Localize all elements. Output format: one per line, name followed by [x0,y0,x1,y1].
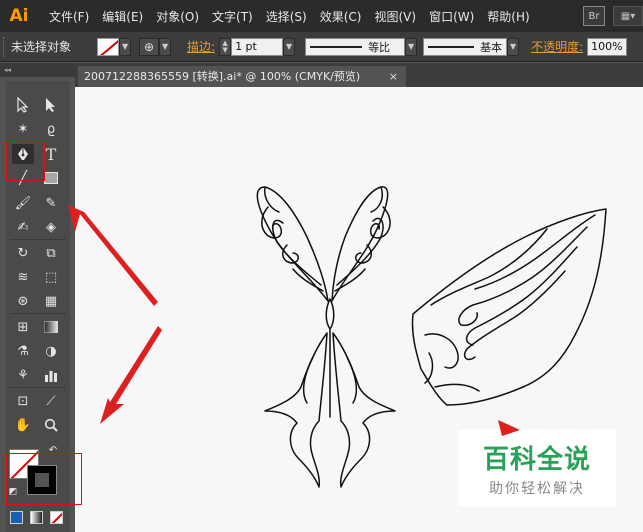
menu-bar: Ai 文件(F) 编辑(E) 对象(O) 文字(T) 选择(S) 效果(C) 视… [0,0,643,32]
hand-tool-icon[interactable]: ✋ [12,415,34,435]
eyedropper-tool-icon[interactable]: ⚗ [12,341,34,361]
opacity-label[interactable]: 不透明度: [531,38,583,55]
menu-window[interactable]: 窗口(W) [429,8,474,25]
watermark-subtitle: 助你轻松解决 [489,480,585,497]
blend-tool-icon[interactable]: ◑ [40,341,62,361]
stroke-weight-input[interactable]: 1 pt [231,37,284,56]
profile-line-icon [310,45,363,48]
width-tool-icon[interactable]: ≋ [12,267,34,287]
app-logo: Ai [9,6,29,26]
mesh-tool-icon[interactable]: ⊞ [12,317,34,337]
menu-edit[interactable]: 编辑(E) [102,8,143,25]
stroke-label[interactable]: 描边: [187,38,215,55]
fill-dropdown-icon[interactable]: ▼ [119,37,132,56]
brush-line-icon [428,45,475,48]
menu-type[interactable]: 文字(T) [212,8,253,25]
rotate-tool-icon[interactable]: ↻ [12,243,34,263]
stroke-weight-spinner[interactable]: ▲ ▼ [219,37,232,56]
lasso-tool-icon[interactable]: ϱ [40,119,62,139]
fill-swatch[interactable] [97,37,120,56]
stroke-dropdown-icon[interactable]: ▼ [159,37,172,56]
opacity-input[interactable]: 100% [587,37,628,56]
menu-help[interactable]: 帮助(H) [487,8,529,25]
stroke-target-icon[interactable]: ⊕ [139,37,160,56]
arrange-documents-button[interactable]: ▦▾ [613,6,643,26]
watermark-title: 百科全说 [482,444,591,475]
brush-dropdown-icon[interactable]: ▼ [507,37,520,56]
control-bar: 未选择对象 ▼ ⊕ ▼ 描边: ▲ ▼ 1 pt ▼ 等比 ▼ 基本 ▼ 不透明度… [0,32,643,62]
menu-effect[interactable]: 效果(C) [320,8,362,25]
gradient-tool-icon[interactable] [40,317,62,337]
shape-builder-tool-icon[interactable]: ⊛ [12,291,34,311]
watermark-box: 百科全说 助你轻松解决 [458,430,616,506]
variable-width-profile[interactable]: 等比 [305,37,406,56]
paintbrush-tool-icon[interactable]: 🖌 [12,193,34,213]
selection-status: 未选择对象 [11,40,72,54]
profile-label: 等比 [368,40,391,54]
menu-file[interactable]: 文件(F) [49,8,89,25]
symbol-sprayer-tool-icon[interactable]: ⚘ [12,365,34,385]
document-title: 200712288365559 [转换].ai* @ 100% (CMYK/预览… [84,70,361,83]
magic-wand-tool-icon[interactable]: ✶ [12,119,34,139]
free-transform-tool-icon[interactable]: ⬚ [40,267,62,287]
tools-divider [10,387,66,388]
panel-grip[interactable] [3,36,7,57]
tools-panel-collapse-icon[interactable]: ◂◂ [0,63,75,77]
eraser-tool-icon[interactable]: ◈ [40,217,62,237]
zoom-tool-icon[interactable] [40,415,62,435]
scale-tool-icon[interactable]: ⧉ [40,243,62,263]
bridge-button[interactable]: Br [583,6,605,26]
menu-view[interactable]: 视图(V) [374,8,416,25]
document-tab-bar: 200712288365559 [转换].ai* @ 100% (CMYK/预览… [75,63,643,87]
tools-divider [10,239,66,240]
perspective-grid-tool-icon[interactable]: ▦ [40,291,62,311]
slice-tool-icon[interactable]: ⟋ [40,391,62,411]
close-icon[interactable]: × [389,66,398,87]
document-tab[interactable]: 200712288365559 [转换].ai* @ 100% (CMYK/预览… [78,66,406,87]
fill-stroke-highlight [6,453,82,505]
brush-label: 基本 [480,40,503,54]
selection-tool-icon[interactable] [12,95,34,115]
gradient-mode-icon[interactable] [30,511,43,524]
profile-dropdown-icon[interactable]: ▼ [405,37,418,56]
stroke-weight-dropdown-icon[interactable]: ▼ [283,37,296,56]
tools-divider [10,313,66,314]
artboard-tool-icon[interactable]: ⊡ [12,391,34,411]
pen-tool-highlight [6,141,45,181]
color-mode-icon[interactable] [10,511,23,524]
menu-object[interactable]: 对象(O) [156,8,199,25]
direct-selection-tool-icon[interactable] [40,95,62,115]
none-mode-icon[interactable] [50,511,63,524]
menu-select[interactable]: 选择(S) [266,8,307,25]
brush-definition[interactable]: 基本 [423,37,508,56]
pencil-tool-icon[interactable]: ✎ [40,193,62,213]
blob-brush-tool-icon[interactable]: ✍ [12,217,34,237]
column-graph-tool-icon[interactable] [40,365,62,385]
